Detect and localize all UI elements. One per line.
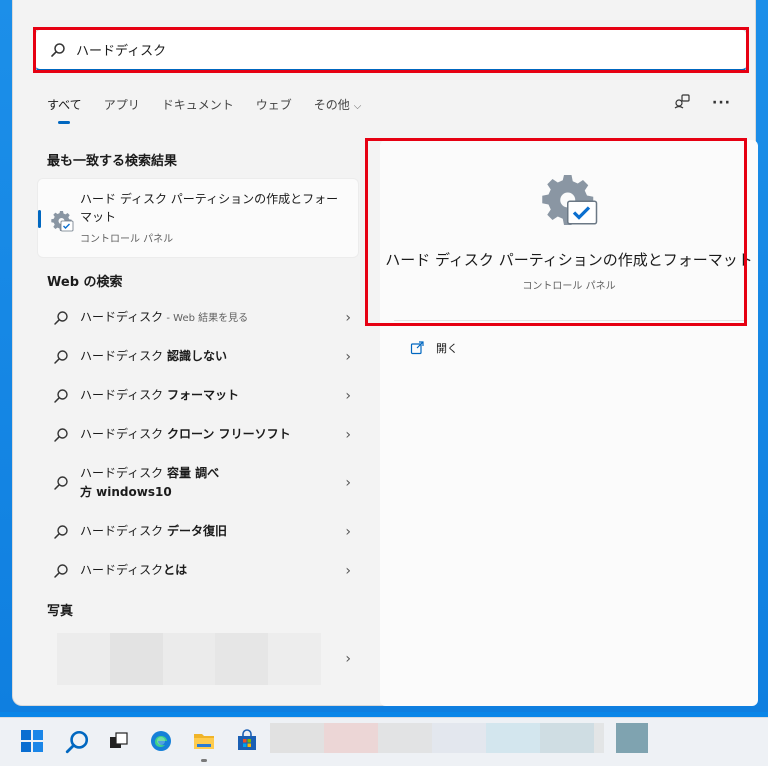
search-panel: すべて アプリ ドキュメント ウェブ その他⌵ ··· 最も一致する検索結果 ハ… <box>12 0 758 706</box>
chevron-right-icon: › <box>345 651 351 667</box>
photo-thumbnails-blurred <box>57 633 321 685</box>
settings-gear-check-icon <box>539 170 599 230</box>
search-icon <box>53 310 69 326</box>
open-external-icon <box>410 341 424 355</box>
search-input[interactable] <box>76 42 676 57</box>
filter-tabs: すべて アプリ ドキュメント ウェブ その他 ⌵ <box>47 94 383 124</box>
search-icon <box>53 388 69 404</box>
file-explorer-icon[interactable] <box>192 729 218 762</box>
detail-subtitle: コントロール パネル <box>522 281 616 292</box>
tab-web[interactable]: ウェブ <box>256 96 292 116</box>
divider <box>394 320 744 321</box>
web-suggestion[interactable]: ハードディスク 認識しない › <box>37 337 359 376</box>
task-view-icon[interactable] <box>107 729 133 755</box>
best-match-subtitle: コントロール パネル <box>80 234 174 245</box>
web-search-heading: Web の検索 <box>47 275 123 290</box>
search-icon <box>53 349 69 365</box>
chevron-right-icon: › <box>345 475 351 491</box>
web-suggestion[interactable]: ハードディスク 容量 調べ方 windows10 › <box>37 454 359 512</box>
active-indicator <box>201 759 207 762</box>
start-icon[interactable] <box>20 729 46 755</box>
account-switch-icon[interactable] <box>674 93 690 113</box>
photo-result[interactable]: › <box>37 627 359 691</box>
tab-apps[interactable]: アプリ <box>104 96 140 116</box>
chevron-right-icon: › <box>345 562 351 579</box>
search-icon <box>53 563 69 579</box>
chevron-right-icon: › <box>345 348 351 365</box>
more-options-icon[interactable]: ··· <box>712 95 731 111</box>
web-suggestion[interactable]: ハードディスクとは › <box>37 551 359 590</box>
search-icon[interactable] <box>64 729 90 755</box>
chevron-right-icon: › <box>345 523 351 540</box>
tab-more[interactable]: その他 ⌵ <box>314 96 362 116</box>
result-detail-pane: ハード ディスク パーティションの作成とフォーマット コントロール パネル 開く <box>380 140 758 706</box>
detail-title: ハード ディスク パーティションの作成とフォーマット <box>385 251 753 269</box>
best-match-heading: 最も一致する検索結果 <box>47 154 178 169</box>
web-suggestion[interactable]: ハードディスク クローン フリーソフト › <box>37 415 359 454</box>
search-icon <box>53 427 69 443</box>
search-box[interactable] <box>35 29 747 71</box>
store-icon[interactable] <box>235 729 261 755</box>
chevron-right-icon: › <box>345 309 351 326</box>
chevron-down-icon: ⌵ <box>353 101 362 112</box>
open-button[interactable]: 開く <box>410 340 458 356</box>
photos-heading: 写真 <box>47 604 74 619</box>
tab-all[interactable]: すべて <box>47 96 82 124</box>
selection-indicator <box>38 210 41 228</box>
web-suggestion[interactable]: ハードディスク データ復旧 › <box>37 512 359 551</box>
best-match-result[interactable]: ハード ディスク パーティションの作成とフォーマット コントロール パネル <box>37 178 359 258</box>
chevron-right-icon: › <box>345 387 351 404</box>
edge-icon[interactable] <box>149 729 175 755</box>
settings-gear-check-icon <box>50 209 74 233</box>
open-label: 開く <box>436 342 458 355</box>
search-icon <box>50 42 66 58</box>
web-search-list: ハードディスク - Web 結果を見る › ハードディスク 認識しない › ハー… <box>37 298 359 590</box>
best-match-title: ハード ディスク パーティションの作成とフォーマット <box>80 192 339 224</box>
taskbar <box>0 717 768 766</box>
search-icon <box>53 524 69 540</box>
chevron-right-icon: › <box>345 426 351 443</box>
web-suggestion[interactable]: ハードディスク フォーマット › <box>37 376 359 415</box>
web-suggestion[interactable]: ハードディスク - Web 結果を見る › <box>37 298 359 337</box>
tab-documents[interactable]: ドキュメント <box>162 96 234 116</box>
search-icon <box>53 475 69 491</box>
